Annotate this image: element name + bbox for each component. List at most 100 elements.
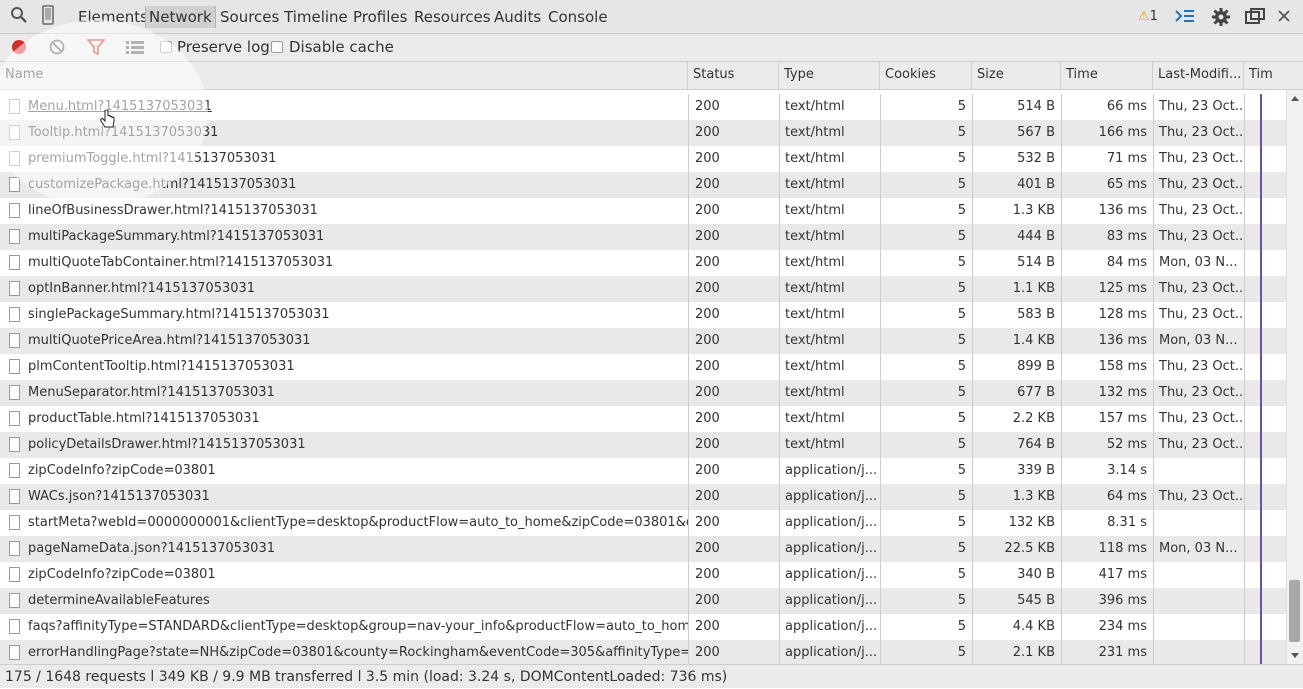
- table-row[interactable]: startMeta?webId=0000000001&clientType=de…: [0, 510, 1286, 536]
- column-header-name[interactable]: Name: [0, 62, 688, 90]
- request-name[interactable]: faqs?affinityType=STANDARD&clientType=de…: [28, 619, 688, 634]
- column-header-last-modified[interactable]: Last-Modifi...: [1153, 62, 1244, 90]
- request-name[interactable]: productTable.html?1415137053031: [28, 411, 260, 426]
- column-header-size[interactable]: Size: [972, 62, 1061, 90]
- request-name[interactable]: multiPackageSummary.html?1415137053031: [28, 229, 324, 244]
- timeline-marker: [1260, 94, 1262, 120]
- request-name[interactable]: optInBanner.html?1415137053031: [28, 281, 255, 296]
- clear-icon[interactable]: [49, 39, 65, 59]
- request-name[interactable]: multiQuotePriceArea.html?1415137053031: [28, 333, 311, 348]
- request-name[interactable]: multiQuoteTabContainer.html?141513705303…: [28, 255, 333, 270]
- table-row[interactable]: multiQuoteTabContainer.html?141513705303…: [0, 250, 1286, 276]
- request-timeline: [1244, 380, 1286, 406]
- search-icon[interactable]: [10, 6, 28, 28]
- request-type: application/j...: [779, 588, 880, 614]
- column-header-status[interactable]: Status: [688, 62, 779, 90]
- table-row[interactable]: productTable.html?1415137053031 200 text…: [0, 406, 1286, 432]
- request-name[interactable]: lineOfBusinessDrawer.html?1415137053031: [28, 203, 318, 218]
- request-name[interactable]: Menu.html?1415137053031: [28, 99, 212, 114]
- request-last-modified: Thu, 23 Oct...: [1153, 380, 1244, 406]
- preserve-log-checkbox[interactable]: [160, 41, 172, 53]
- request-name[interactable]: zipCodeInfo?zipCode=03801: [28, 463, 216, 478]
- file-icon: [9, 463, 20, 478]
- column-header-cookies[interactable]: Cookies: [880, 62, 972, 90]
- request-name[interactable]: singlePackageSummary.html?1415137053031: [28, 307, 330, 322]
- table-row[interactable]: zipCodeInfo?zipCode=03801 200 applicatio…: [0, 562, 1286, 588]
- request-status: 200: [688, 588, 779, 614]
- scroll-down-arrow-icon[interactable]: [1291, 653, 1299, 658]
- device-mode-icon[interactable]: [42, 5, 54, 29]
- request-timeline: [1244, 432, 1286, 458]
- tab-sources[interactable]: Sources: [217, 6, 282, 28]
- column-header-timeline[interactable]: Tim: [1244, 62, 1286, 90]
- filter-icon[interactable]: [86, 39, 106, 59]
- warning-counter[interactable]: ⚠1: [1138, 9, 1158, 24]
- table-row[interactable]: multiPackageSummary.html?1415137053031 2…: [0, 224, 1286, 250]
- request-name[interactable]: WACs.json?1415137053031: [28, 489, 210, 504]
- table-row[interactable]: plmContentTooltip.html?1415137053031 200…: [0, 354, 1286, 380]
- tab-audits[interactable]: Audits: [491, 6, 544, 28]
- request-size: 899 B: [972, 354, 1061, 380]
- table-row[interactable]: MenuSeparator.html?1415137053031 200 tex…: [0, 380, 1286, 406]
- timeline-marker: [1260, 406, 1262, 432]
- column-header-time[interactable]: Time: [1061, 62, 1153, 90]
- request-name[interactable]: Tooltip.html?1415137053031: [28, 125, 218, 140]
- tab-elements[interactable]: Elements: [75, 6, 151, 28]
- table-row[interactable]: WACs.json?1415137053031 200 application/…: [0, 484, 1286, 510]
- tab-timeline[interactable]: Timeline: [281, 6, 351, 28]
- request-name[interactable]: customizePackage.html?1415137053031: [28, 177, 296, 192]
- request-name[interactable]: startMeta?webId=0000000001&clientType=de…: [28, 515, 688, 530]
- tab-console[interactable]: Console: [545, 6, 611, 28]
- request-name[interactable]: MenuSeparator.html?1415137053031: [28, 385, 275, 400]
- request-name[interactable]: determineAvailableFeatures: [28, 593, 210, 608]
- tab-network[interactable]: Network: [145, 6, 216, 28]
- dock-side-icon[interactable]: [1245, 8, 1265, 28]
- request-size: 514 B: [972, 94, 1061, 120]
- request-name[interactable]: errorHandlingPage?state=NH&zipCode=03801…: [28, 645, 688, 660]
- gear-icon[interactable]: [1211, 7, 1231, 31]
- table-row[interactable]: Tooltip.html?1415137053031 200 text/html…: [0, 120, 1286, 146]
- scrollbar-thumb[interactable]: [1289, 580, 1300, 642]
- table-row[interactable]: customizePackage.html?1415137053031 200 …: [0, 172, 1286, 198]
- table-row[interactable]: premiumToggle.html?1415137053031 200 tex…: [0, 146, 1286, 172]
- request-name[interactable]: policyDetailsDrawer.html?1415137053031: [28, 437, 306, 452]
- console-drawer-icon[interactable]: [1174, 8, 1196, 28]
- scroll-up-arrow-icon[interactable]: [1291, 96, 1299, 101]
- column-header-type[interactable]: Type: [779, 62, 880, 90]
- request-name[interactable]: premiumToggle.html?1415137053031: [28, 151, 276, 166]
- timeline-marker: [1260, 432, 1262, 458]
- request-name[interactable]: plmContentTooltip.html?1415137053031: [28, 359, 295, 374]
- tab-resources[interactable]: Resources: [411, 6, 494, 28]
- file-icon: [9, 177, 20, 192]
- request-size: 532 B: [972, 146, 1061, 172]
- table-row[interactable]: lineOfBusinessDrawer.html?1415137053031 …: [0, 198, 1286, 224]
- request-name[interactable]: zipCodeInfo?zipCode=03801: [28, 567, 216, 582]
- record-icon[interactable]: [11, 39, 27, 59]
- request-size: 545 B: [972, 588, 1061, 614]
- close-icon[interactable]: [1278, 10, 1290, 26]
- request-type: text/html: [779, 380, 880, 406]
- request-name[interactable]: pageNameData.json?1415137053031: [28, 541, 275, 556]
- table-row[interactable]: optInBanner.html?1415137053031 200 text/…: [0, 276, 1286, 302]
- request-status: 200: [688, 640, 779, 666]
- request-type: text/html: [779, 432, 880, 458]
- table-row[interactable]: multiQuotePriceArea.html?1415137053031 2…: [0, 328, 1286, 354]
- table-row[interactable]: Menu.html?1415137053031 200 text/html 5 …: [0, 94, 1286, 120]
- table-row[interactable]: faqs?affinityType=STANDARD&clientType=de…: [0, 614, 1286, 640]
- disable-cache-checkbox[interactable]: [271, 41, 283, 53]
- request-last-modified: Thu, 23 Oct...: [1153, 302, 1244, 328]
- tab-profiles[interactable]: Profiles: [350, 6, 410, 28]
- vertical-scrollbar[interactable]: [1286, 90, 1303, 664]
- table-row[interactable]: singlePackageSummary.html?1415137053031 …: [0, 302, 1286, 328]
- table-row[interactable]: zipCodeInfo?zipCode=03801 200 applicatio…: [0, 458, 1286, 484]
- table-row[interactable]: errorHandlingPage?state=NH&zipCode=03801…: [0, 640, 1286, 666]
- request-cookies: 5: [880, 640, 972, 666]
- table-row[interactable]: policyDetailsDrawer.html?1415137053031 2…: [0, 432, 1286, 458]
- request-type: application/j...: [779, 640, 880, 666]
- file-icon: [9, 255, 20, 270]
- table-row[interactable]: pageNameData.json?1415137053031 200 appl…: [0, 536, 1286, 562]
- large-rows-icon[interactable]: [126, 40, 144, 58]
- request-cookies: 5: [880, 172, 972, 198]
- table-row[interactable]: determineAvailableFeatures 200 applicati…: [0, 588, 1286, 614]
- request-cookies: 5: [880, 302, 972, 328]
